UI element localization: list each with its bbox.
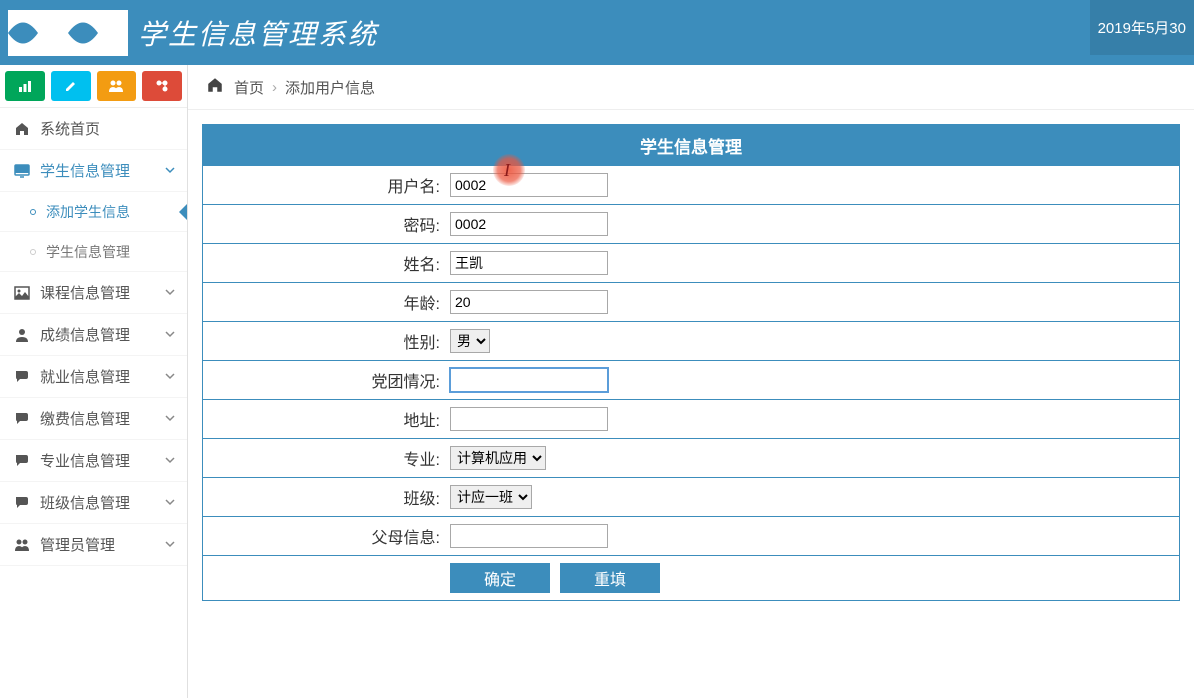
nav-admin[interactable]: 管理员管理: [0, 524, 187, 566]
date-display: 2019年5月30: [1090, 0, 1194, 55]
chat-icon: [12, 453, 32, 469]
chevron-down-icon: [165, 164, 175, 178]
input-party[interactable]: [450, 368, 608, 392]
bullet-icon: [30, 209, 36, 215]
submit-button[interactable]: 确定: [450, 563, 550, 593]
row-parent: 父母信息:: [203, 517, 1179, 556]
label-address: 地址:: [203, 400, 446, 438]
nav-home[interactable]: 系统首页: [0, 108, 187, 150]
nav-employment-info[interactable]: 就业信息管理: [0, 356, 187, 398]
label-party: 党团情况:: [203, 361, 446, 399]
breadcrumb-separator: ›: [272, 79, 277, 96]
image-icon: [12, 285, 32, 301]
label-parent: 父母信息:: [203, 517, 446, 555]
select-major[interactable]: 计算机应用: [450, 446, 546, 470]
nav-label: 管理员管理: [40, 534, 115, 555]
breadcrumb-current: 添加用户信息: [285, 77, 375, 98]
label-major: 专业:: [203, 439, 446, 477]
toolbar-row: [0, 65, 187, 108]
row-name: 姓名:: [203, 244, 1179, 283]
home-icon: [12, 121, 32, 137]
breadcrumb-home[interactable]: 首页: [234, 77, 264, 98]
chat-icon: [12, 495, 32, 511]
row-class: 班级: 计应一班: [203, 478, 1179, 517]
top-header: 学生信息管理系统 2019年5月30: [0, 0, 1194, 65]
nav-label: 成绩信息管理: [40, 324, 130, 345]
bullet-icon: [30, 249, 36, 255]
toolbar-edit-button[interactable]: [51, 71, 91, 101]
chevron-down-icon: [165, 538, 175, 552]
select-gender[interactable]: 男: [450, 329, 490, 353]
nav-label: 学生信息管理: [40, 160, 130, 181]
toolbar-settings-button[interactable]: [142, 71, 182, 101]
label-password: 密码:: [203, 205, 446, 243]
label-age: 年龄:: [203, 283, 446, 321]
nav-course-info[interactable]: 课程信息管理: [0, 272, 187, 314]
main-area: 首页 › 添加用户信息 学生信息管理 用户名: 密码:: [188, 65, 1194, 698]
input-parent[interactable]: [450, 524, 608, 548]
logo-area: 学生信息管理系统: [0, 9, 378, 57]
monitor-icon: [12, 163, 32, 179]
chat-icon: [12, 369, 32, 385]
panel-title: 学生信息管理: [203, 125, 1179, 166]
chevron-down-icon: [165, 370, 175, 384]
row-address: 地址:: [203, 400, 1179, 439]
nav-payment-info[interactable]: 缴费信息管理: [0, 398, 187, 440]
form-panel: 学生信息管理 用户名: 密码: 姓名:: [202, 124, 1180, 601]
breadcrumb: 首页 › 添加用户信息: [188, 65, 1194, 110]
chevron-down-icon: [165, 412, 175, 426]
row-buttons: 确定 重填: [203, 556, 1179, 600]
input-name[interactable]: [450, 251, 608, 275]
input-username[interactable]: [450, 173, 608, 197]
nav-label: 班级信息管理: [40, 492, 130, 513]
label-class: 班级:: [203, 478, 446, 516]
toolbar-stats-button[interactable]: [5, 71, 45, 101]
label-username: 用户名:: [203, 166, 446, 204]
chevron-down-icon: [165, 454, 175, 468]
input-address[interactable]: [450, 407, 608, 431]
row-major: 专业: 计算机应用: [203, 439, 1179, 478]
nav-score-info[interactable]: 成绩信息管理: [0, 314, 187, 356]
user-icon: [12, 327, 32, 343]
subnav-student: 添加学生信息 学生信息管理: [0, 192, 187, 272]
nav-label: 专业信息管理: [40, 450, 130, 471]
subnav-manage-student[interactable]: 学生信息管理: [0, 232, 187, 272]
label-name: 姓名:: [203, 244, 446, 282]
nav-label: 课程信息管理: [40, 282, 130, 303]
input-password[interactable]: [450, 212, 608, 236]
chat-icon: [12, 411, 32, 427]
logo-icon: [8, 9, 128, 57]
system-title: 学生信息管理系统: [138, 13, 378, 53]
input-age[interactable]: [450, 290, 608, 314]
chevron-down-icon: [165, 286, 175, 300]
reset-button[interactable]: 重填: [560, 563, 660, 593]
subnav-label: 添加学生信息: [46, 202, 130, 222]
nav-major-info[interactable]: 专业信息管理: [0, 440, 187, 482]
select-class[interactable]: 计应一班: [450, 485, 532, 509]
row-username: 用户名:: [203, 166, 1179, 205]
home-icon: [206, 76, 224, 98]
nav-student-info[interactable]: 学生信息管理: [0, 150, 187, 192]
chevron-down-icon: [165, 328, 175, 342]
nav-class-info[interactable]: 班级信息管理: [0, 482, 187, 524]
content: 学生信息管理 用户名: 密码: 姓名:: [188, 110, 1194, 615]
nav-label: 系统首页: [40, 118, 100, 139]
nav-label: 就业信息管理: [40, 366, 130, 387]
subnav-label: 学生信息管理: [46, 242, 130, 262]
users-icon: [12, 537, 32, 553]
label-gender: 性别:: [203, 322, 446, 360]
toolbar-users-button[interactable]: [97, 71, 137, 101]
row-age: 年龄:: [203, 283, 1179, 322]
row-party: 党团情况:: [203, 361, 1179, 400]
subnav-add-student[interactable]: 添加学生信息: [0, 192, 187, 232]
nav-label: 缴费信息管理: [40, 408, 130, 429]
sidebar: 系统首页 学生信息管理 添加学生信息 学生信息管理: [0, 65, 188, 698]
chevron-down-icon: [165, 496, 175, 510]
row-password: 密码:: [203, 205, 1179, 244]
row-gender: 性别: 男: [203, 322, 1179, 361]
